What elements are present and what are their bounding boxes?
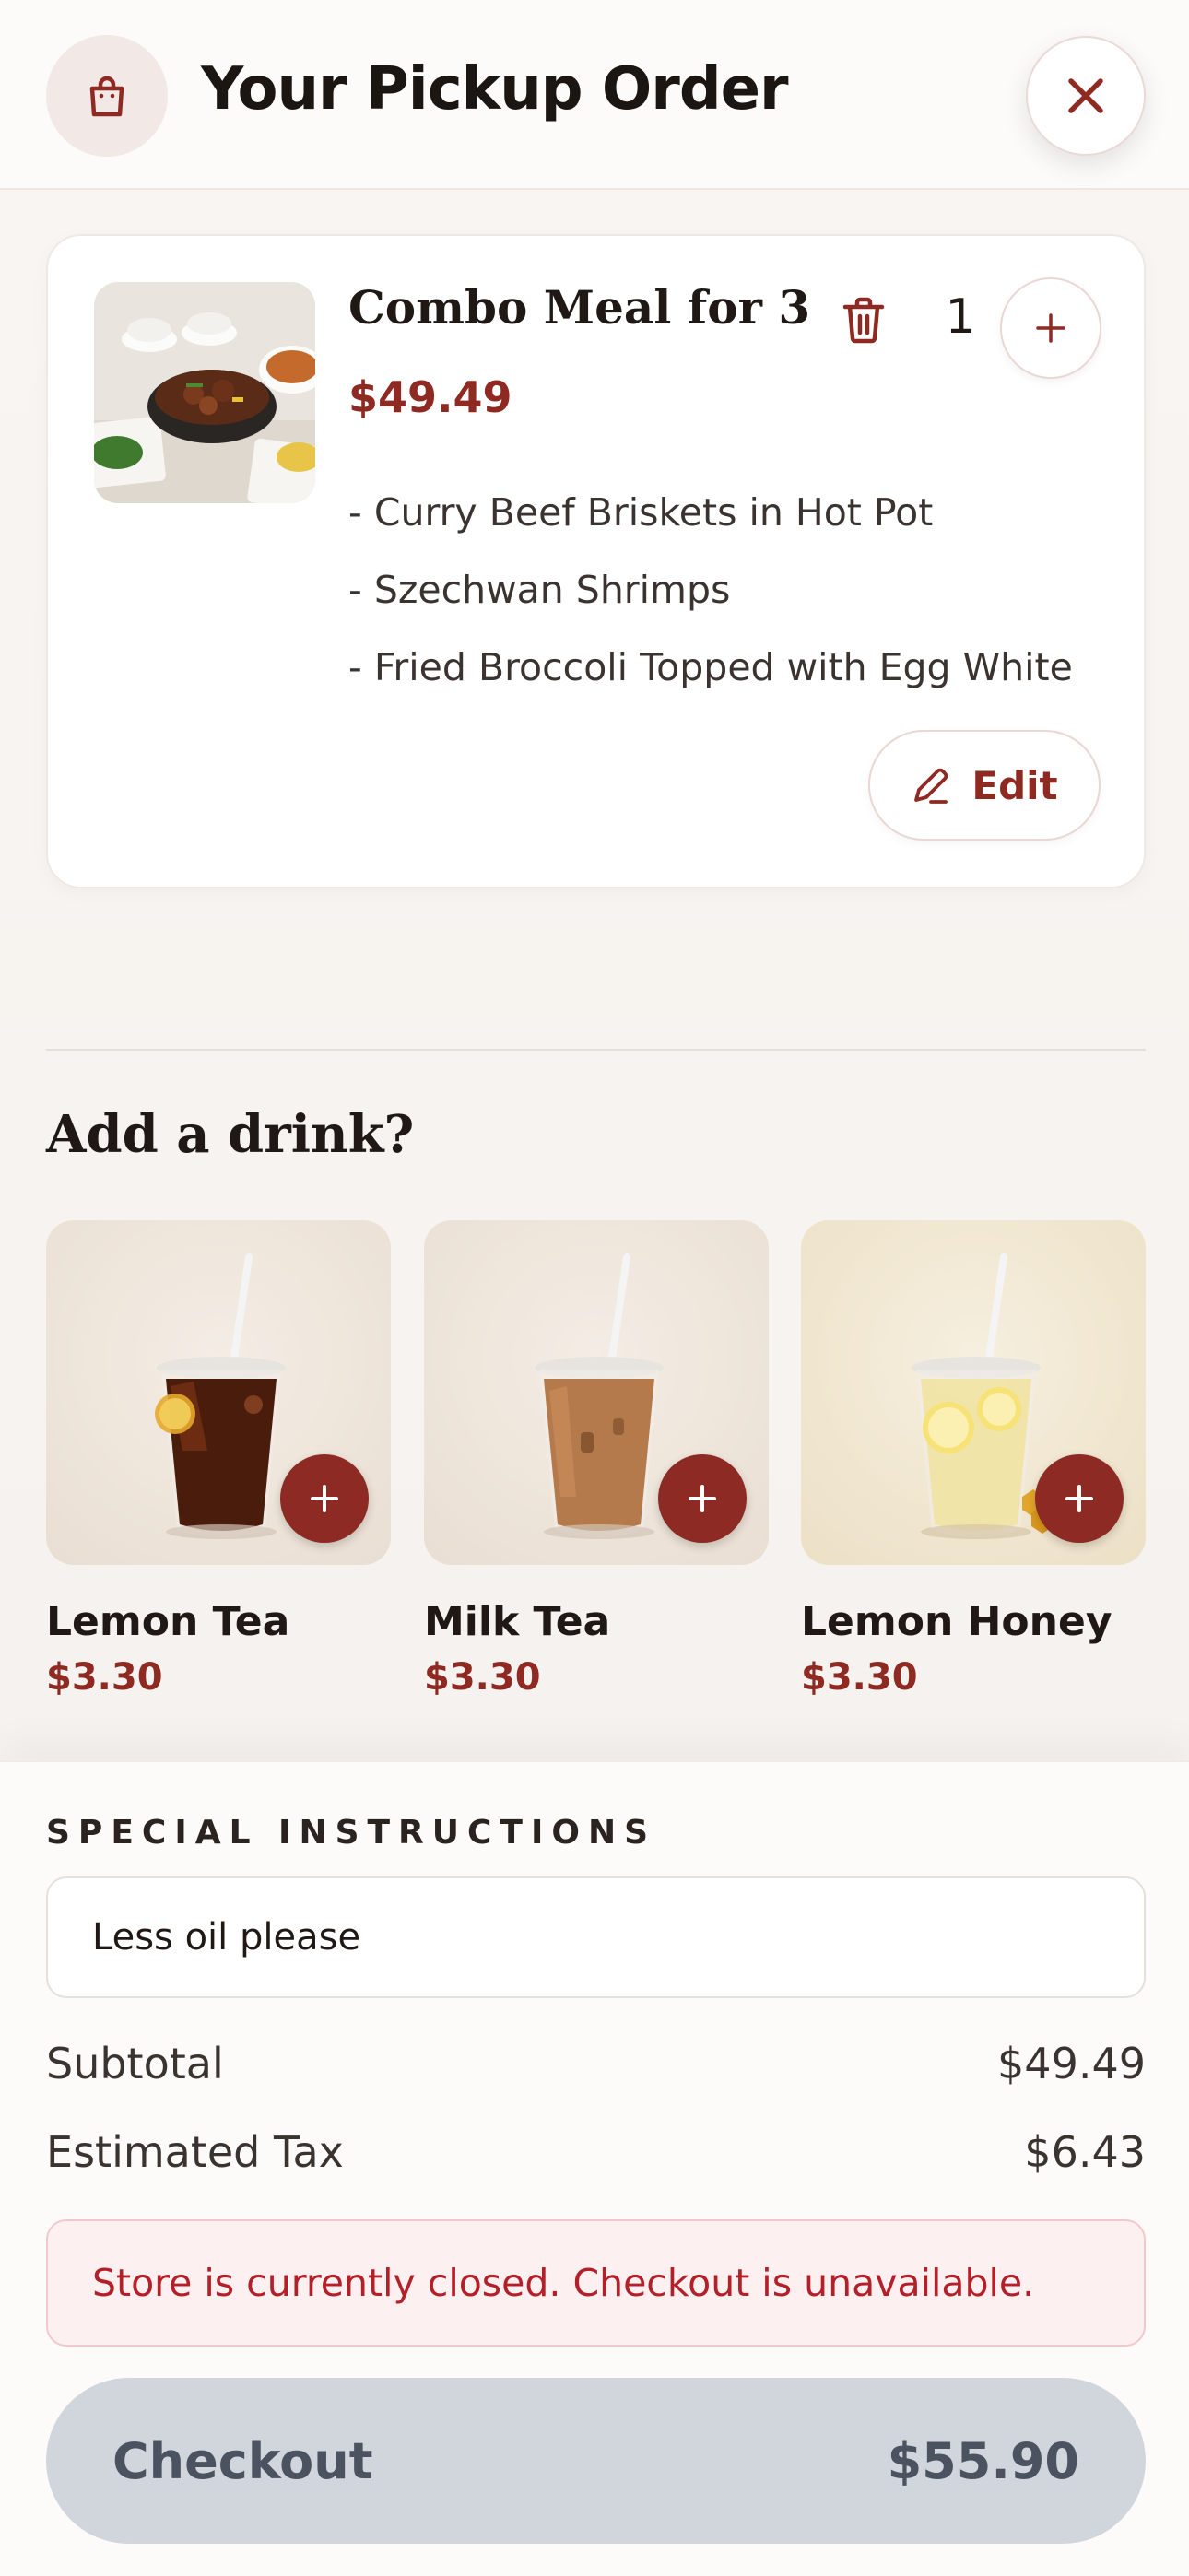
- shopping-bag-icon: [46, 35, 168, 157]
- close-icon: [1068, 78, 1103, 113]
- header: Your Pickup Order: [0, 0, 1189, 190]
- divider: [46, 1049, 1146, 1051]
- plus-icon: [311, 1485, 338, 1512]
- subtotal-label: Subtotal: [46, 2039, 224, 2088]
- tax-label: Estimated Tax: [46, 2127, 344, 2177]
- drinks-heading: Add a drink?: [46, 1104, 415, 1165]
- pencil-icon: [914, 768, 948, 804]
- drink-price: $3.30: [424, 1656, 541, 1699]
- lemon-honey-image: [801, 1220, 1146, 1565]
- store-closed-alert: Store is currently closed. Checkout is u…: [46, 2219, 1146, 2347]
- checkout-button[interactable]: Checkout $55.90: [46, 2378, 1146, 2544]
- checkout-panel: SPECIAL INSTRUCTIONS Subtotal $49.49 Est…: [0, 1760, 1189, 2576]
- add-drink-button[interactable]: [658, 1454, 747, 1543]
- quantity-value: 1: [945, 289, 976, 345]
- tax-row: Estimated Tax $6.43: [46, 2127, 1146, 2177]
- close-button[interactable]: [1026, 36, 1146, 156]
- lemon-tea-image: [46, 1220, 391, 1565]
- component-line: - Curry Beef Briskets in Hot Pot: [348, 490, 934, 535]
- item-price: $49.49: [348, 372, 512, 422]
- drink-name: Milk Tea: [424, 1598, 611, 1645]
- item-components: - Curry Beef Briskets in Hot Pot - Szech…: [348, 474, 1073, 706]
- remove-item-button[interactable]: [831, 288, 896, 352]
- drink-price: $3.30: [46, 1656, 163, 1699]
- combo-meal-image: [94, 282, 315, 503]
- special-instructions-label: SPECIAL INSTRUCTIONS: [46, 1814, 657, 1852]
- drink-card-lemon-tea[interactable]: Lemon Tea $3.30: [46, 1220, 391, 1699]
- component-line: - Szechwan Shrimps: [348, 568, 731, 612]
- special-instructions-input[interactable]: [46, 1876, 1146, 1998]
- add-drink-button[interactable]: [1035, 1454, 1124, 1543]
- increase-quantity-button[interactable]: [1000, 277, 1101, 379]
- checkout-label: Checkout: [112, 2431, 373, 2490]
- page-title: Your Pickup Order: [201, 55, 789, 124]
- subtotal-value: $49.49: [997, 2039, 1146, 2088]
- edit-label: Edit: [971, 762, 1058, 808]
- cart-item-card: Combo Meal for 3 $49.49 1 - Curry Beef B…: [46, 234, 1146, 888]
- plus-icon: [1065, 1485, 1093, 1512]
- add-drink-button[interactable]: [280, 1454, 369, 1543]
- drink-card-lemon-honey[interactable]: Lemon Honey $3.30: [801, 1220, 1146, 1699]
- item-name: Combo Meal for 3: [348, 280, 811, 335]
- edit-item-button[interactable]: Edit: [868, 730, 1101, 841]
- drink-name: Lemon Honey: [801, 1598, 1112, 1645]
- order-content[interactable]: Combo Meal for 3 $49.49 1 - Curry Beef B…: [0, 192, 1189, 1759]
- milk-tea-image: [424, 1220, 769, 1565]
- trash-icon: [842, 297, 885, 344]
- tax-value: $6.43: [1024, 2127, 1146, 2177]
- plus-icon: [1036, 313, 1065, 343]
- drink-price: $3.30: [801, 1656, 918, 1699]
- plus-icon: [689, 1485, 716, 1512]
- component-line: - Fried Broccoli Topped with Egg White: [348, 645, 1073, 689]
- drink-card-milk-tea[interactable]: Milk Tea $3.30: [424, 1220, 769, 1699]
- checkout-total: $55.90: [887, 2431, 1079, 2490]
- subtotal-row: Subtotal $49.49: [46, 2039, 1146, 2088]
- drink-name: Lemon Tea: [46, 1598, 290, 1645]
